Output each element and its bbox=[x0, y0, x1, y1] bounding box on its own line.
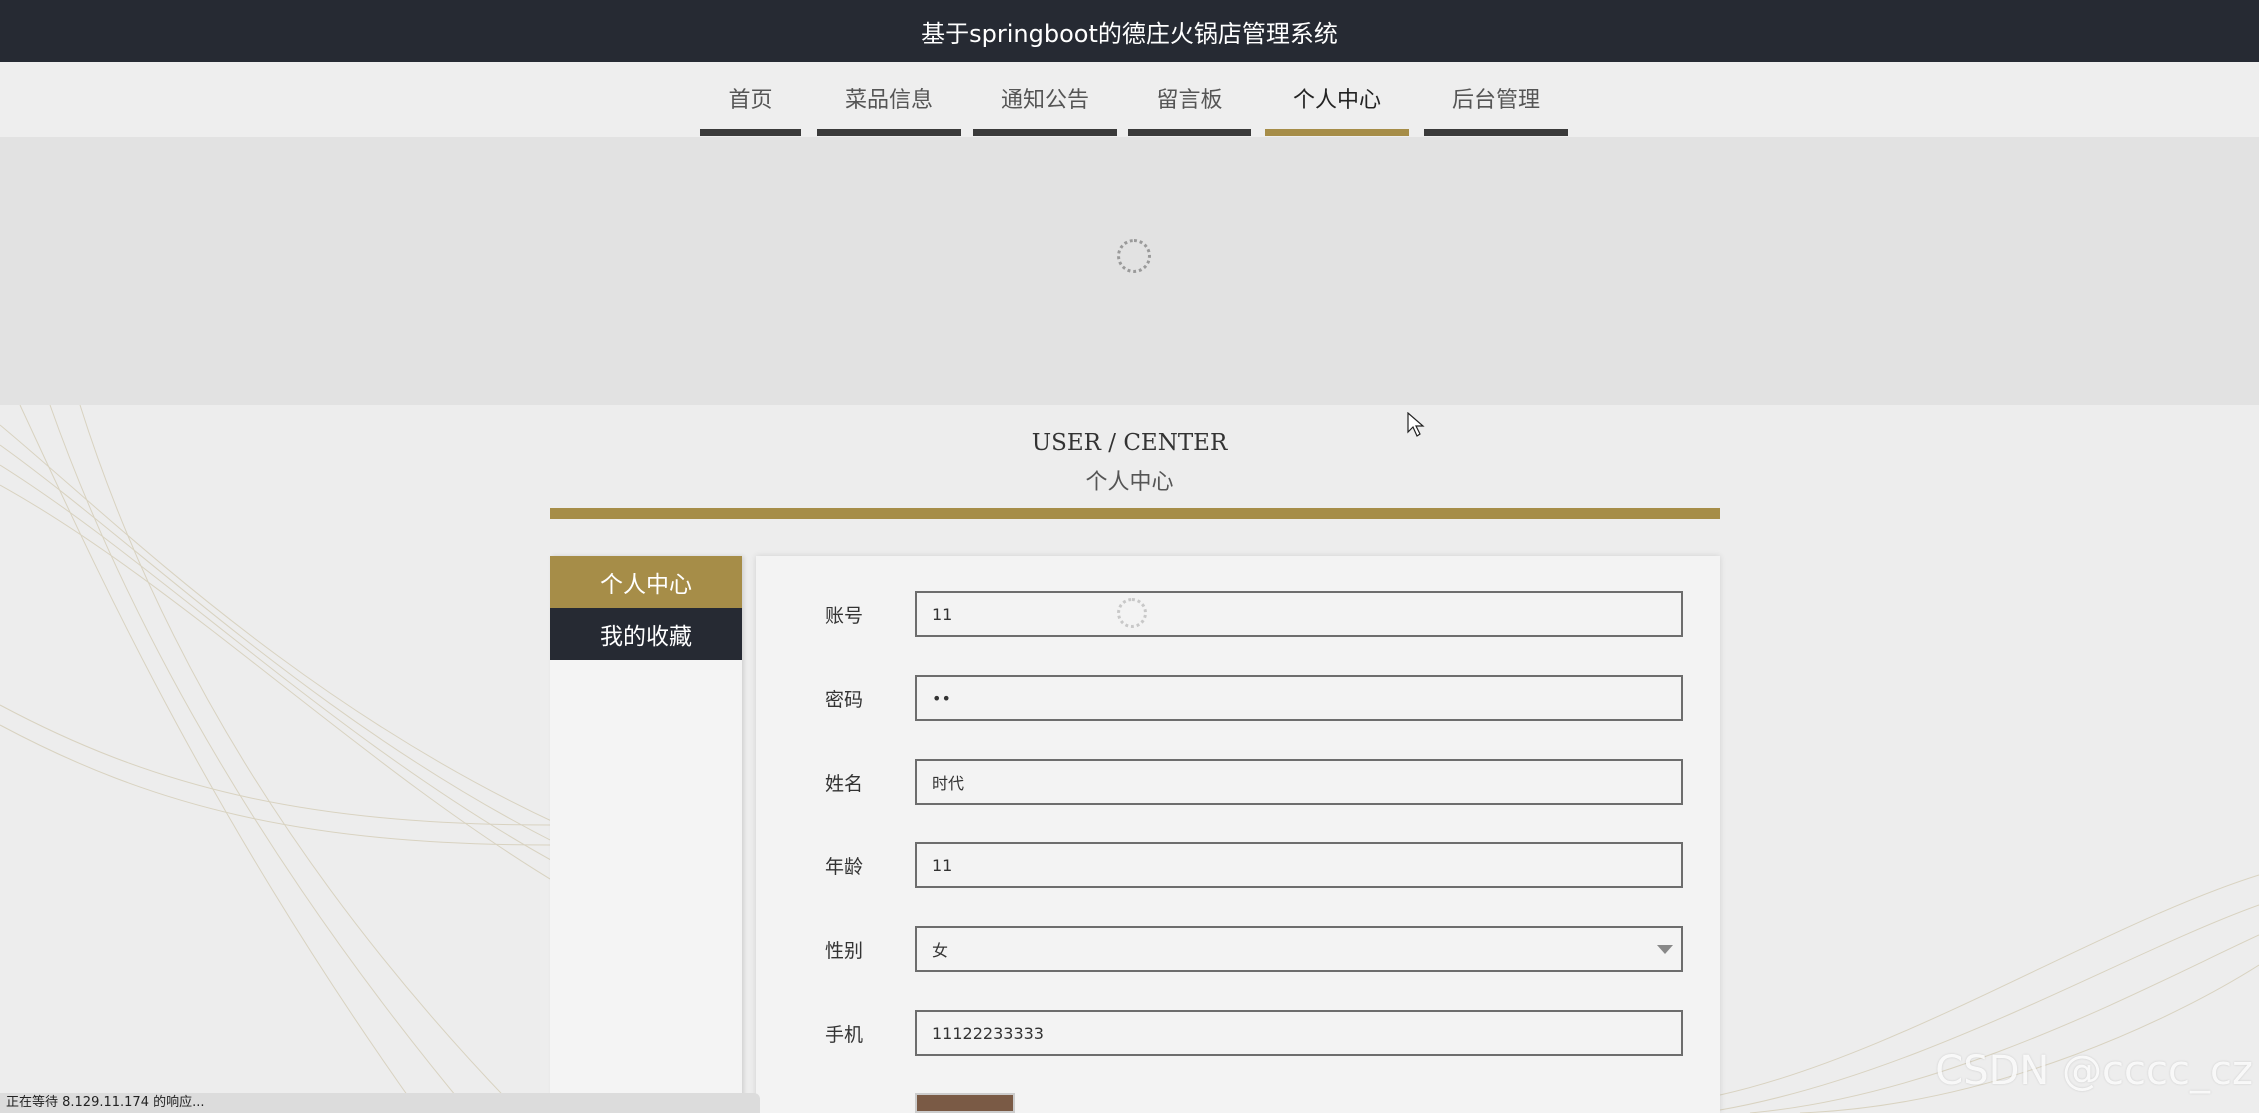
nav-notices[interactable]: 通知公告 bbox=[973, 80, 1117, 136]
name-field[interactable] bbox=[915, 759, 1683, 805]
gender-select[interactable]: 女 bbox=[915, 926, 1683, 972]
app-title: 基于springboot的德庄火锅店管理系统 bbox=[921, 19, 1338, 48]
watermark: CSDN @cccc_cz bbox=[1935, 1048, 2253, 1094]
app-header: 基于springboot的德庄火锅店管理系统 bbox=[0, 0, 2259, 62]
nav-message-board[interactable]: 留言板 bbox=[1128, 80, 1251, 136]
browser-status-bar: 正在等待 8.129.11.174 的响应... bbox=[0, 1093, 760, 1113]
nav-dishes[interactable]: 菜品信息 bbox=[817, 80, 961, 136]
avatar[interactable] bbox=[915, 1093, 1015, 1113]
nav-user-center[interactable]: 个人中心 bbox=[1265, 80, 1409, 136]
account-label: 账号 bbox=[825, 605, 864, 627]
sidebar-item-favorites[interactable]: 我的收藏 bbox=[550, 608, 742, 660]
main-nav: 首页 菜品信息 通知公告 留言板 个人中心 后台管理 bbox=[0, 62, 2259, 137]
age-field[interactable] bbox=[915, 842, 1683, 888]
banner-carousel bbox=[0, 137, 2259, 405]
gender-select-value: 女 bbox=[932, 941, 949, 960]
name-label: 姓名 bbox=[825, 773, 864, 795]
sidebar-item-user-center[interactable]: 个人中心 bbox=[550, 556, 742, 608]
loading-spinner-icon bbox=[1117, 598, 1147, 628]
section-divider bbox=[550, 508, 1720, 519]
phone-field[interactable] bbox=[915, 1010, 1683, 1056]
phone-label: 手机 bbox=[825, 1024, 864, 1046]
mouse-cursor-icon bbox=[1407, 412, 1425, 437]
gender-label: 性别 bbox=[825, 940, 864, 962]
password-field[interactable] bbox=[915, 675, 1683, 721]
section-title-cn: 个人中心 bbox=[1085, 470, 1174, 495]
nav-admin[interactable]: 后台管理 bbox=[1424, 80, 1568, 136]
age-label: 年龄 bbox=[825, 856, 864, 878]
chevron-down-icon[interactable] bbox=[1657, 945, 1673, 954]
section-title-en: USER / CENTER bbox=[1031, 430, 1228, 456]
account-field[interactable] bbox=[915, 591, 1683, 637]
nav-home[interactable]: 首页 bbox=[700, 80, 801, 136]
password-label: 密码 bbox=[825, 689, 864, 711]
loading-spinner-icon bbox=[1117, 239, 1151, 273]
user-sidebar: 个人中心 我的收藏 bbox=[550, 556, 742, 1113]
